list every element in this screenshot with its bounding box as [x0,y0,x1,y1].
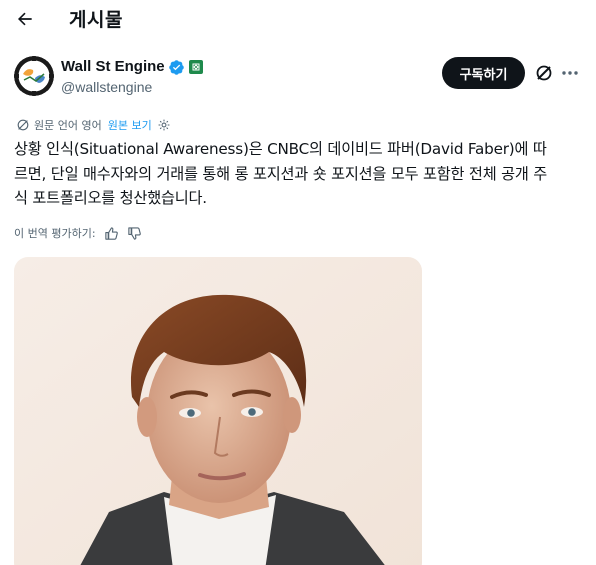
thumbs-down-icon[interactable] [127,226,142,241]
thumbs-up-icon[interactable] [104,226,119,241]
back-button[interactable] [12,6,38,32]
post-text-line: 식 포트폴리오를 청산했습니다. [14,189,207,207]
affiliation-badge-icon [189,60,203,74]
rate-translation-label: 이 번역 평가하기: [14,227,96,240]
more-dots-icon [562,71,578,75]
translation-note: 원문 언어 영어 원본 보기 [16,116,171,134]
top-bar: 게시물 [0,0,596,40]
author-name[interactable]: Wall St Engine [61,58,165,75]
more-options-button[interactable] [560,63,580,83]
wall-st-engine-logo [14,56,54,96]
post-text-line: 르면, 단일 매수자와의 거래를 통해 롱 포지션과 숏 포지션을 모두 포함한… [14,164,548,183]
translation-language: 원문 언어 영어 [34,119,102,132]
post-text: 상황 인식(Situational Awareness)은 CNBC의 데이비드… [14,137,582,211]
subscribe-button[interactable]: 구독하기 [442,57,525,89]
translate-icon [17,119,29,131]
arrow-left-icon [18,12,32,26]
grok-button[interactable] [534,63,554,83]
grok-icon [536,65,552,81]
portrait-photo [14,257,422,565]
rate-translation: 이 번역 평가하기: [14,224,142,242]
post-image[interactable] [14,257,422,565]
verified-badge-icon [169,60,184,75]
author-handle[interactable]: @wallstengine [61,79,152,95]
avatar[interactable] [14,56,54,96]
show-original-link[interactable]: 원본 보기 [108,117,152,133]
page-title: 게시물 [69,9,123,31]
post-text-line: 상황 인식(Situational Awareness)은 CNBC의 데이비드… [14,140,547,158]
gear-icon[interactable] [157,118,171,132]
